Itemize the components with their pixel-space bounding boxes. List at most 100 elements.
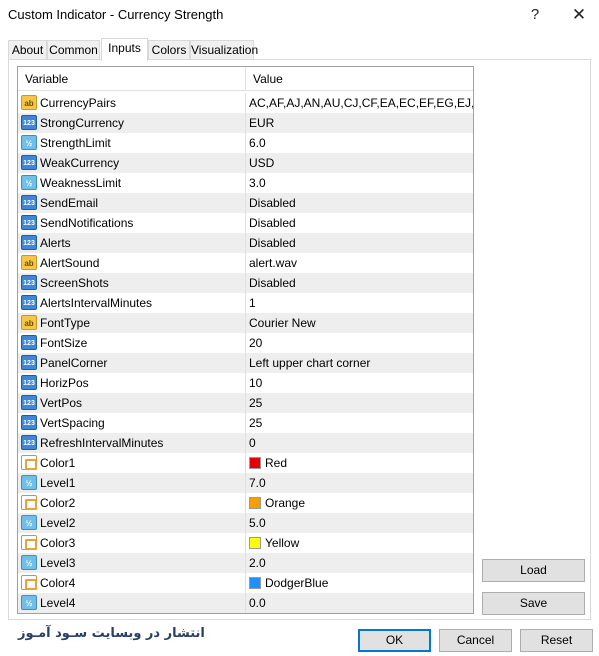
load-button[interactable]: Load [482,559,585,582]
value-text: 0 [249,436,256,450]
value-cell[interactable]: Disabled [245,193,473,213]
table-row[interactable]: 123 VertSpacing 25 [18,413,473,433]
variable-label: Color4 [40,576,76,590]
header-variable[interactable]: Variable [18,67,245,91]
value-cell[interactable]: Left upper chart corner [245,353,473,373]
variable-cell: Color3 [18,533,245,553]
table-row[interactable]: ½ WeaknessLimit 3.0 [18,173,473,193]
value-cell[interactable]: Courier New [245,313,473,333]
tab-colors[interactable]: Colors [148,40,190,60]
table-row[interactable]: 123 StrongCurrency EUR [18,113,473,133]
tab-visualization[interactable]: Visualization [190,40,258,60]
value-cell[interactable]: 6.0 [245,133,473,153]
color-type-icon [21,535,37,550]
table-row[interactable]: Color4 DodgerBlue [18,573,473,593]
grid-header: Variable Value [18,67,473,91]
value-cell[interactable]: 7.0 [245,473,473,493]
value-cell[interactable]: Red [245,453,473,473]
table-row[interactable]: 123 AlertsIntervalMinutes 1 [18,293,473,313]
table-row[interactable]: 123 SendNotifications Disabled [18,213,473,233]
variable-cell: 123 FontSize [18,333,245,353]
variable-label: WeakCurrency [40,156,120,170]
table-row[interactable]: 123 SendEmail Disabled [18,193,473,213]
value-text: 20 [249,336,263,350]
table-row[interactable]: 123 RefreshIntervalMinutes 0 [18,433,473,453]
table-row[interactable]: 123 PanelCorner Left upper chart corner [18,353,473,373]
table-row[interactable]: ½ Level3 2.0 [18,553,473,573]
integer-type-icon: 123 [21,375,37,390]
variable-label: FontType [40,316,91,330]
value-cell[interactable]: 25 [245,393,473,413]
tab-about[interactable]: About [8,40,47,60]
table-row[interactable]: 123 ScreenShots Disabled [18,273,473,293]
table-row[interactable]: Color2 Orange [18,493,473,513]
value-text: 0.0 [249,596,266,610]
table-row[interactable]: Color1 Red [18,453,473,473]
variable-label: SendEmail [40,196,99,210]
value-cell[interactable]: Yellow [245,533,473,553]
watermark-text: انتشار در وبسایت سـود آمـوز [18,626,205,641]
inputs-grid[interactable]: Variable Value ab CurrencyPairs AC,AF,AJ,A… [17,66,474,614]
table-row[interactable]: 123 Alerts Disabled [18,233,473,253]
color-type-icon [21,455,37,470]
header-value[interactable]: Value [245,67,473,91]
value-text: Red [265,456,288,470]
value-cell[interactable]: 10 [245,373,473,393]
value-cell[interactable]: 2.0 [245,553,473,573]
variable-label: Level1 [40,476,76,490]
table-row[interactable]: 123 WeakCurrency USD [18,153,473,173]
value-cell[interactable]: alert.wav [245,253,473,273]
value-cell[interactable]: 25 [245,413,473,433]
value-text: Courier New [249,316,316,330]
value-text: AC,AF,AJ,AN,AU,CJ,CF,EA,EC,EF,EG,EJ,E... [249,96,473,110]
save-button[interactable]: Save [482,592,585,615]
value-cell[interactable]: 5.0 [245,513,473,533]
color-type-icon [21,575,37,590]
variable-label: StrengthLimit [40,136,111,150]
close-button[interactable]: ✕ [565,3,593,27]
value-cell[interactable]: Orange [245,493,473,513]
variable-label: FontSize [40,336,88,350]
color-swatch [249,537,261,549]
tab-inputs[interactable]: Inputs [101,38,148,61]
variable-cell: ab FontType [18,313,245,333]
ok-button[interactable]: OK [358,629,431,652]
value-cell[interactable]: 3.0 [245,173,473,193]
table-row[interactable]: 123 FontSize 20 [18,333,473,353]
value-cell[interactable]: 0.0 [245,593,473,613]
variable-label: VertSpacing [40,416,105,430]
table-row[interactable]: 123 HorizPos 10 [18,373,473,393]
cancel-button[interactable]: Cancel [439,629,512,652]
value-cell[interactable]: USD [245,153,473,173]
value-cell[interactable]: EUR [245,113,473,133]
grid-rows: ab CurrencyPairs AC,AF,AJ,AN,AU,CJ,CF,EA,E… [18,93,473,613]
value-cell[interactable]: 1 [245,293,473,313]
variable-cell: ab AlertSound [18,253,245,273]
variable-label: Color1 [40,456,76,470]
table-row[interactable]: 123 VertPos 25 [18,393,473,413]
table-row[interactable]: ½ Level2 5.0 [18,513,473,533]
table-row[interactable]: ½ StrengthLimit 6.0 [18,133,473,153]
variable-label: AlertSound [40,256,100,270]
table-row[interactable]: ½ Level1 7.0 [18,473,473,493]
help-button[interactable]: ? [521,3,549,27]
value-cell[interactable]: 0 [245,433,473,453]
double-type-icon: ½ [21,175,37,190]
value-cell[interactable]: Disabled [245,213,473,233]
string-type-icon: ab [21,95,37,110]
table-row[interactable]: ab AlertSound alert.wav [18,253,473,273]
table-row[interactable]: ab CurrencyPairs AC,AF,AJ,AN,AU,CJ,CF,EA,E… [18,93,473,113]
value-cell[interactable]: DodgerBlue [245,573,473,593]
value-text: Disabled [249,276,296,290]
value-cell[interactable]: Disabled [245,273,473,293]
value-cell[interactable]: 20 [245,333,473,353]
table-row[interactable]: ab FontType Courier New [18,313,473,333]
double-type-icon: ½ [21,135,37,150]
value-cell[interactable]: AC,AF,AJ,AN,AU,CJ,CF,EA,EC,EF,EG,EJ,E... [245,93,473,113]
reset-button[interactable]: Reset [520,629,593,652]
table-row[interactable]: Color3 Yellow [18,533,473,553]
value-cell[interactable]: Disabled [245,233,473,253]
tab-common[interactable]: Common [47,40,100,60]
color-swatch [249,497,261,509]
table-row[interactable]: ½ Level4 0.0 [18,593,473,613]
